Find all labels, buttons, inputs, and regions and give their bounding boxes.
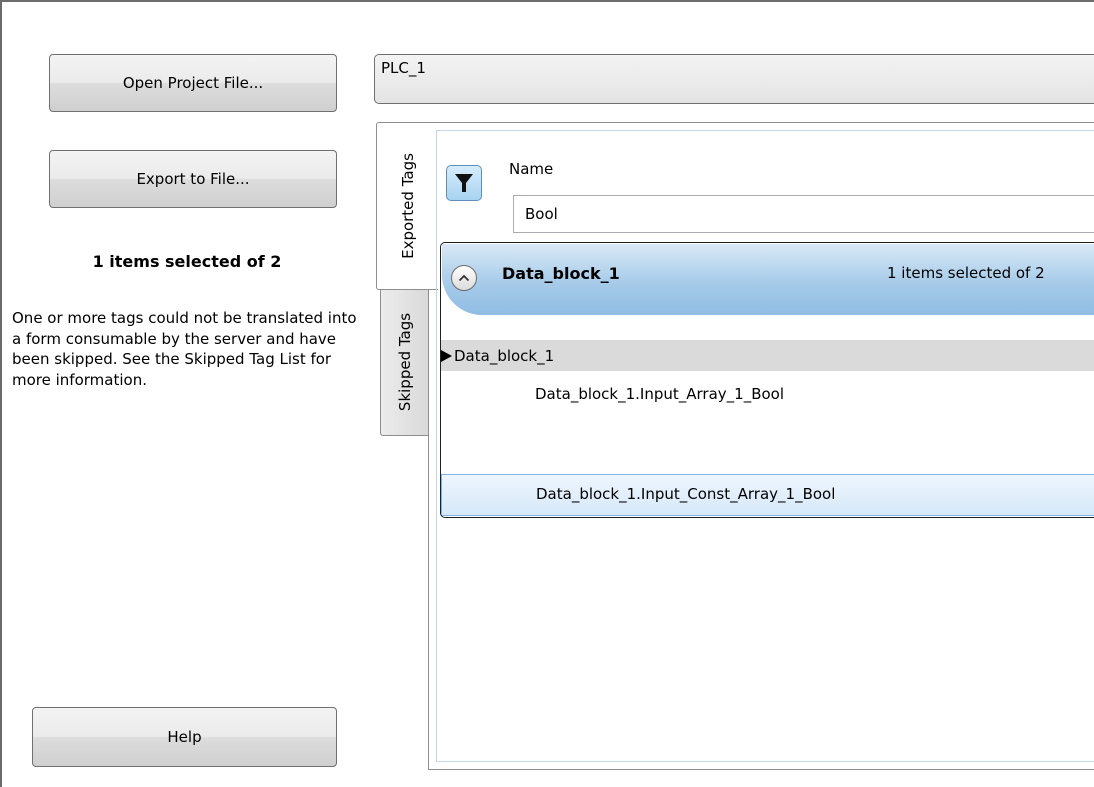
tab-skipped-tags[interactable]: Skipped Tags (380, 288, 428, 436)
tab-exported-tags[interactable]: Exported Tags (376, 122, 438, 290)
tree-item-selected-row[interactable]: Data_block_1.Input_Const_Array_1_Bool (441, 474, 1094, 516)
group-header: Data_block_1 1 items selected of 2 (442, 244, 1094, 315)
tree-item-label: Data_block_1.Input_Const_Array_1_Bool (536, 485, 836, 503)
collapse-button[interactable] (451, 265, 477, 291)
expand-arrow-icon[interactable] (441, 349, 452, 362)
tree-item-parent-label: Data_block_1 (454, 346, 555, 365)
chevron-up-icon (458, 274, 470, 282)
name-filter-input[interactable] (513, 195, 1094, 233)
group-data-block-1: Data_block_1 1 items selected of 2 Data_… (440, 242, 1094, 518)
plc-selector[interactable]: PLC_1 (374, 54, 1094, 104)
tree-item-input-array[interactable]: Data_block_1.Input_Array_1_Bool (535, 385, 784, 403)
selection-summary: 1 items selected of 2 (92, 252, 282, 271)
plc-selector-value: PLC_1 (381, 59, 426, 77)
tree-item-label: Data_block_1.Input_Array_1_Bool (535, 385, 785, 403)
tab-exported-tags-label: Exported Tags (398, 153, 417, 259)
skipped-tags-message: One or more tags could not be translated… (12, 309, 357, 389)
main-window: Open Project File... Export to File... 1… (0, 0, 1094, 787)
tree-item-parent[interactable]: Data_block_1 (441, 340, 1094, 371)
tab-skipped-tags-label: Skipped Tags (395, 312, 414, 412)
help-button[interactable]: Help (32, 707, 337, 767)
export-to-file-button[interactable]: Export to File... (49, 150, 337, 208)
filter-icon (455, 174, 473, 192)
group-selection-count: 1 items selected of 2 (887, 264, 1045, 282)
open-project-file-button[interactable]: Open Project File... (49, 54, 337, 112)
group-title: Data_block_1 (502, 264, 620, 283)
name-column-label: Name (509, 160, 554, 178)
filter-button[interactable] (446, 165, 482, 201)
